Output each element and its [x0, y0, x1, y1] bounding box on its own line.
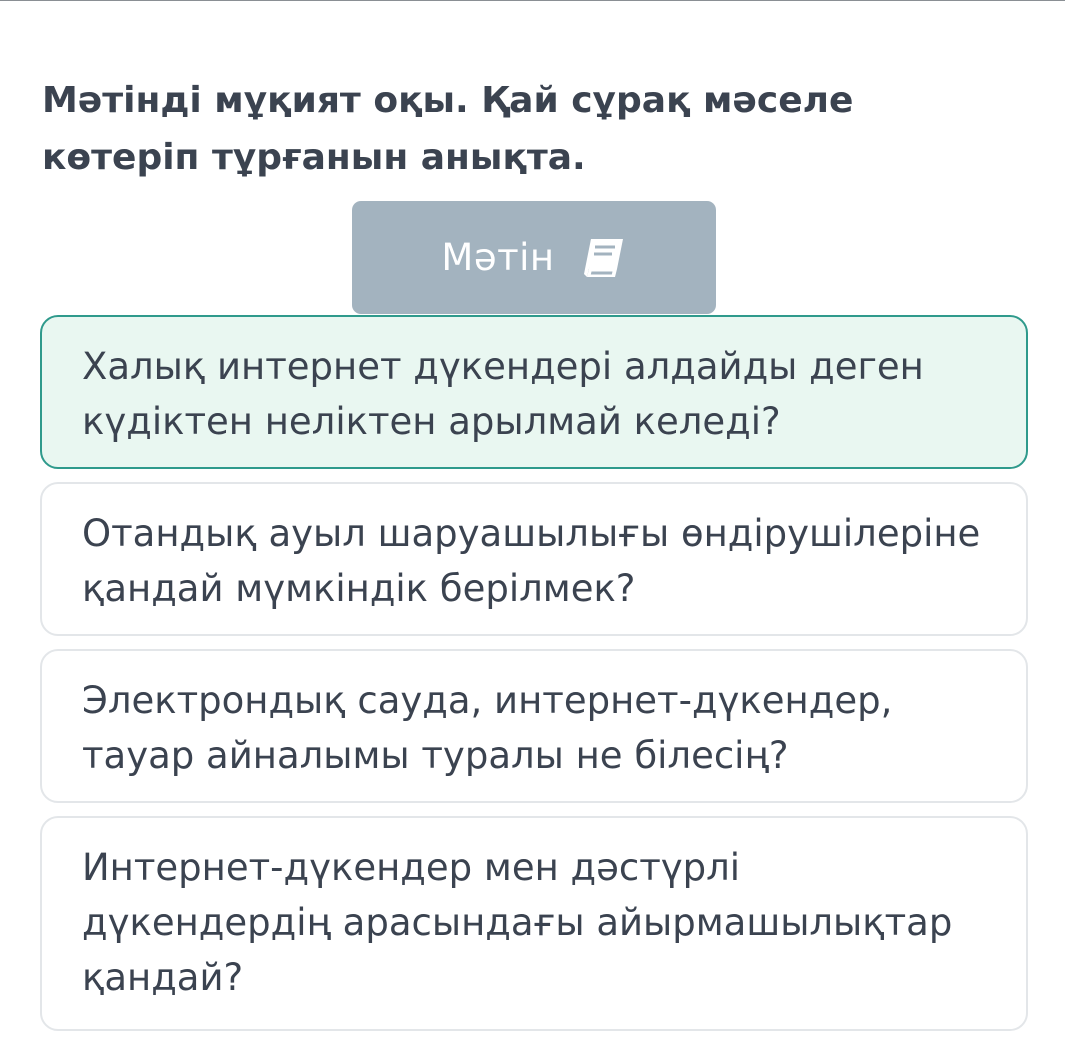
text-button-label: Мәтін	[441, 236, 555, 279]
answer-options: Халық интернет дүкендері алдайды деген к…	[40, 315, 1028, 1044]
answer-option-1[interactable]: Халық интернет дүкендері алдайды деген к…	[40, 315, 1028, 469]
answer-option-text: Интернет-дүкендер мен дәстүрлі дүкендерд…	[82, 846, 953, 999]
book-icon	[583, 238, 623, 277]
answer-option-2[interactable]: Отандық ауыл шаруашылығы өндірушілеріне …	[40, 482, 1028, 636]
answer-option-3[interactable]: Электрондық сауда, интернет-дүкендер, та…	[40, 649, 1028, 803]
top-divider	[0, 0, 1065, 1]
text-button[interactable]: Мәтін	[352, 201, 716, 314]
answer-option-text: Электрондық сауда, интернет-дүкендер, та…	[82, 679, 893, 777]
answer-option-4[interactable]: Интернет-дүкендер мен дәстүрлі дүкендерд…	[40, 816, 1028, 1031]
answer-option-text: Отандық ауыл шаруашылығы өндірушілеріне …	[82, 512, 981, 610]
question-title: Мәтінді мұқият оқы. Қай сұрақ мәселе көт…	[42, 80, 854, 178]
answer-option-text: Халық интернет дүкендері алдайды деген к…	[82, 345, 924, 443]
